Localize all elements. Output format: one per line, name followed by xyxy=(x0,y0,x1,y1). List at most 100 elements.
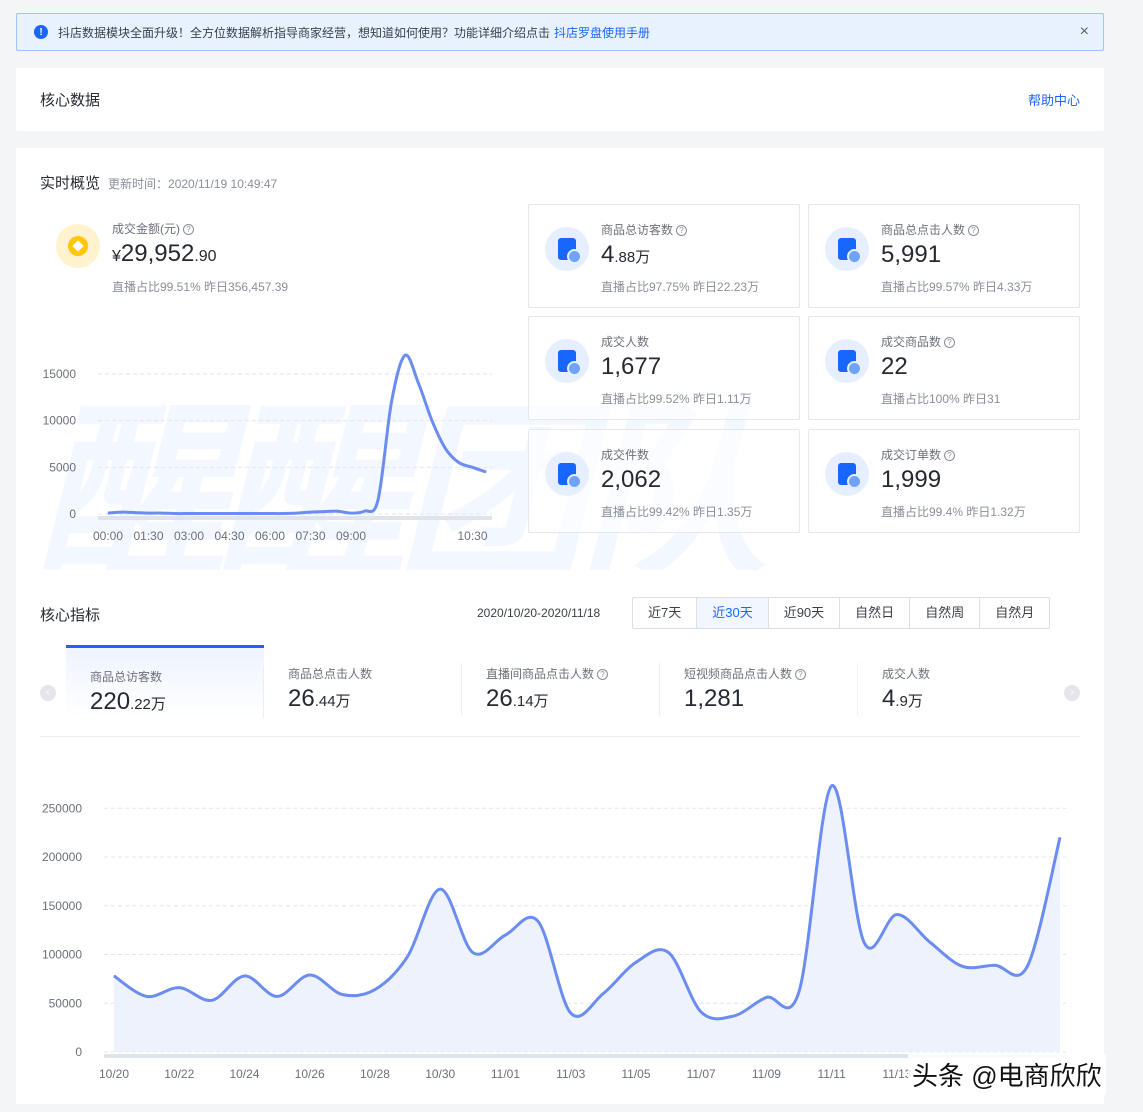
series-line xyxy=(107,353,487,516)
help-center-link[interactable]: 帮助中心 xyxy=(1028,90,1080,109)
data-point xyxy=(113,975,115,977)
range-tab-5[interactable]: 自然月 xyxy=(979,598,1049,628)
range-tab-1[interactable]: 近30天 xyxy=(696,598,768,628)
data-point xyxy=(863,942,865,944)
x-tick-label: 10/22 xyxy=(164,1067,194,1081)
x-tick-label: 11/03 xyxy=(556,1067,585,1081)
data-point xyxy=(134,512,136,514)
data-point xyxy=(765,996,767,998)
range-tab-0[interactable]: 近7天 xyxy=(633,598,696,628)
data-point xyxy=(472,952,474,954)
data-point xyxy=(337,510,338,512)
y-tick-label: 15000 xyxy=(43,367,77,381)
core-data-header: 核心数据 帮助中心 xyxy=(16,68,1104,131)
help-icon[interactable]: ? xyxy=(183,224,194,235)
prev-arrow-icon[interactable]: ‹ xyxy=(40,685,56,701)
coin-icon xyxy=(56,224,100,268)
realtime-title: 实时概览 更新时间：2020/11/19 10:49:47 xyxy=(40,172,277,193)
data-point xyxy=(121,511,122,513)
data-point xyxy=(309,974,311,976)
tab-label: 商品总点击人数 xyxy=(288,667,373,681)
notice-text: 抖店数据模块全面升级！全方位数据解析指导商家经营，想知道如何使用？功能详细介绍点… xyxy=(58,25,551,40)
y-tick-label: 50000 xyxy=(49,996,83,1010)
cart-bag-icon xyxy=(545,452,589,496)
data-point xyxy=(243,975,245,977)
data-point xyxy=(1026,965,1028,967)
trend-area-chart: 0 50000 100000 150000 200000 250000 10/20 10/22… xyxy=(42,784,1066,1081)
help-icon[interactable]: ? xyxy=(968,225,980,236)
range-tabs: 近7天 近30天 近90天 自然日 自然周 自然月 xyxy=(632,597,1051,629)
gmv-sub: 直播占比99.51% 昨日356,457.39 xyxy=(112,280,289,294)
data-point xyxy=(994,964,996,966)
metric-sub: 直播占比97.75% 昨日22.23万 xyxy=(601,280,760,294)
metric-sub: 直播占比99.42% 昨日1.35万 xyxy=(601,505,753,519)
x-tick-label: 10:30 xyxy=(457,529,487,543)
data-point xyxy=(269,513,271,515)
data-point xyxy=(445,448,446,450)
manual-link[interactable]: 抖店罗盘使用手册 xyxy=(554,24,650,41)
shopping-bag-icon xyxy=(545,227,589,271)
help-icon[interactable]: ? xyxy=(597,669,609,680)
metric-tab-4[interactable]: 成交人数 4.9万 xyxy=(858,645,1056,717)
x-tick-label: 10/24 xyxy=(229,1067,259,1081)
x-tick-label: 11/01 xyxy=(491,1067,520,1081)
tab-label: 直播间商品点击人数? xyxy=(486,665,609,682)
tab-value: 1,281 xyxy=(684,685,745,712)
data-point xyxy=(798,991,800,993)
y-tick-label: 0 xyxy=(75,1045,82,1059)
data-point xyxy=(148,512,149,514)
data-point xyxy=(161,512,163,514)
data-point xyxy=(961,965,963,967)
data-point xyxy=(178,987,180,989)
data-point xyxy=(733,1015,735,1017)
click-bag-icon xyxy=(825,227,869,271)
data-point xyxy=(175,513,176,515)
realtime-heading: 实时概览 xyxy=(40,175,101,192)
data-point xyxy=(374,989,376,991)
help-icon[interactable]: ? xyxy=(944,337,956,348)
help-icon[interactable]: ? xyxy=(676,225,688,236)
x-tick-label: 04:30 xyxy=(214,529,244,543)
data-point xyxy=(485,471,487,473)
data-point xyxy=(896,914,898,916)
help-icon[interactable]: ? xyxy=(795,669,807,680)
data-point xyxy=(310,511,311,513)
x-tick-label: 11/11 xyxy=(818,1067,847,1081)
data-point xyxy=(439,888,441,890)
data-point xyxy=(211,999,213,1001)
metric-tab-3[interactable]: 短视频商品点击人数? 1,281 xyxy=(660,645,858,717)
tab-label: 短视频商品点击人数? xyxy=(684,665,807,682)
metric-sub: 直播占比99.4% 昨日1.32万 xyxy=(881,505,1026,519)
x-tick-label: 07:30 xyxy=(295,529,325,543)
x-tick-label: 10/26 xyxy=(295,1067,325,1081)
range-tab-3[interactable]: 自然日 xyxy=(839,598,909,628)
data-point xyxy=(242,513,244,515)
range-tab-4[interactable]: 自然周 xyxy=(909,598,979,628)
data-point xyxy=(350,512,352,514)
data-point xyxy=(377,499,379,501)
metric-tab-2[interactable]: 直播间商品点击人数? 26.14万 xyxy=(462,645,660,717)
metric-tabs: ‹ › 商品总访客数 220.22万 商品总点击人数 26.44万 直播间商品点击人数?… xyxy=(40,645,1080,737)
x-tick-label: 09:00 xyxy=(336,529,366,543)
metric-value: 2,062 xyxy=(601,466,662,493)
help-icon[interactable]: ? xyxy=(944,450,956,461)
next-arrow-icon[interactable]: › xyxy=(1064,685,1080,701)
metric-label: 商品总点击人数? xyxy=(881,221,980,238)
upgrade-notice: ! 抖店数据模块全面升级！全方位数据解析指导商家经营，想知道如何使用？功能详细介… xyxy=(16,13,1104,51)
close-icon[interactable]: × xyxy=(1080,24,1089,40)
data-point xyxy=(404,354,406,356)
tab-value: 4.9万 xyxy=(882,685,923,712)
metric-box-4: 成交件数 2,062 直播占比99.42% 昨日1.35万 xyxy=(528,429,800,533)
metric-tab-0[interactable]: 商品总访客数 220.22万 xyxy=(66,645,264,718)
metric-box-3: 成交商品数? 22 直播占比100% 昨日31 xyxy=(808,316,1080,420)
data-point xyxy=(700,1011,702,1013)
date-range: 2020/10/20-2020/11/18 xyxy=(477,606,601,620)
metric-tab-1[interactable]: 商品总点击人数 26.44万 xyxy=(264,645,462,717)
y-tick-label: 100000 xyxy=(42,948,82,962)
data-point xyxy=(107,512,109,514)
tab-label: 商品总访客数 xyxy=(90,670,163,684)
y-tick-label: 5000 xyxy=(49,460,76,474)
product-icon xyxy=(825,339,869,383)
data-point xyxy=(635,961,637,963)
range-tab-2[interactable]: 近90天 xyxy=(767,598,839,628)
